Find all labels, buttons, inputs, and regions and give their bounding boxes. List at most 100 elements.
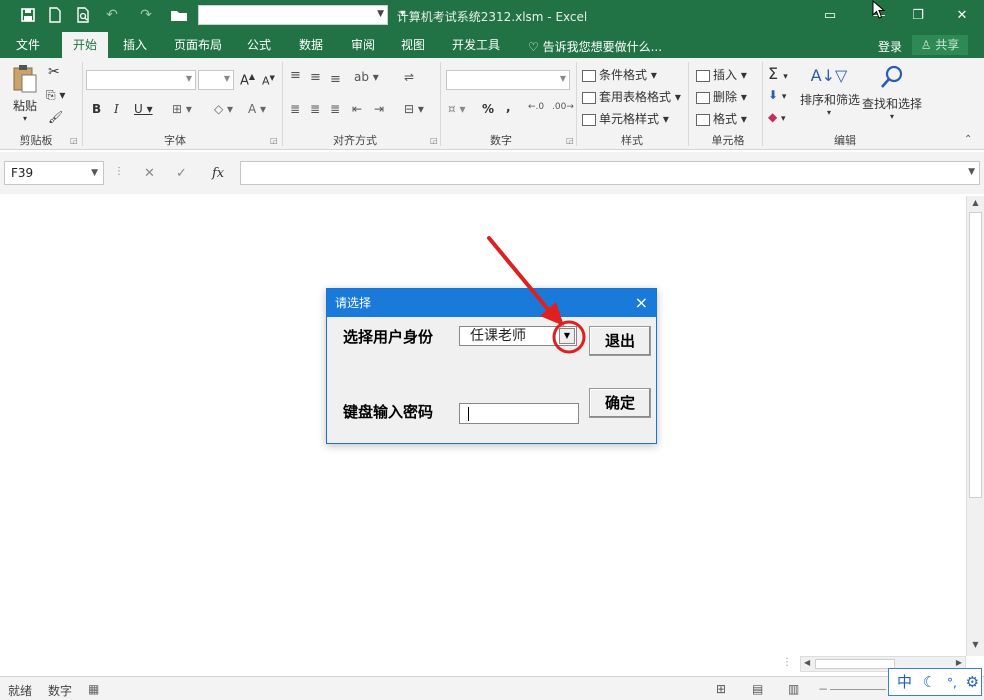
fill-icon[interactable]: ⬇ ▾ <box>768 88 786 102</box>
decrease-decimal-icon[interactable]: .00→ <box>552 102 574 112</box>
number-format-select[interactable]: ▼ <box>446 70 570 90</box>
tab-insert[interactable]: 插入 <box>114 32 156 58</box>
name-box[interactable]: F39 ▼ <box>4 161 104 185</box>
redo-icon[interactable]: ↷ <box>138 7 154 23</box>
tab-formulas[interactable]: 公式 <box>238 32 280 58</box>
merge-center-icon[interactable]: ⊟ ▾ <box>404 102 424 116</box>
bold-button[interactable]: B <box>92 102 101 116</box>
cell-style-button[interactable]: 单元格样式 ▾ <box>582 110 669 127</box>
shrink-font-button[interactable]: A▼ <box>262 74 275 88</box>
increase-indent-icon[interactable]: ⇥ <box>374 102 384 116</box>
align-right-icon[interactable]: ≣ <box>330 102 340 116</box>
copy-icon[interactable]: ⎘ ▾ <box>46 88 65 103</box>
dialog-launcher-icon[interactable]: ◲ <box>430 136 438 145</box>
scroll-left-icon[interactable]: ◀ <box>804 658 810 667</box>
format-painter-icon[interactable]: 🖌 <box>48 110 63 124</box>
orientation-icon[interactable]: ab ▾ <box>354 70 379 84</box>
align-center-icon[interactable]: ≣ <box>310 102 320 116</box>
comma-button[interactable]: , <box>506 100 511 114</box>
normal-view-icon[interactable]: ⊞ <box>716 682 726 696</box>
split-handle-icon[interactable]: ⋮ <box>782 657 792 668</box>
font-name-select[interactable]: ▼ <box>86 70 196 90</box>
conditional-format-button[interactable]: 条件格式 ▾ <box>582 66 657 83</box>
chevron-down-icon[interactable]: ▼ <box>91 162 98 184</box>
punctuation-icon[interactable]: °, <box>947 676 957 690</box>
tab-page-layout[interactable]: 页面布局 <box>166 32 230 58</box>
delete-cells-button[interactable]: 删除 ▾ <box>696 88 747 105</box>
tab-home[interactable]: 开始 <box>62 32 108 58</box>
scroll-thumb[interactable] <box>815 659 895 669</box>
settings-gear-icon[interactable]: ⚙ <box>966 673 979 691</box>
new-doc-icon[interactable] <box>47 7 63 23</box>
cut-icon[interactable]: ✂ <box>48 64 60 80</box>
zoom-out-icon[interactable]: − <box>818 682 828 696</box>
insert-function-icon[interactable]: fx <box>212 166 224 181</box>
dialog-launcher-icon[interactable]: ◲ <box>70 136 78 145</box>
underline-button[interactable]: U ▾ <box>134 102 153 116</box>
scroll-thumb[interactable] <box>969 212 982 498</box>
enter-icon[interactable]: ✓ <box>176 166 187 181</box>
align-left-icon[interactable]: ≣ <box>290 102 300 116</box>
italic-button[interactable]: I <box>114 102 119 116</box>
restore-icon[interactable]: ❐ <box>906 6 930 26</box>
format-cells-button[interactable]: 格式 ▾ <box>696 110 747 127</box>
tab-developer[interactable]: 开发工具 <box>444 32 508 58</box>
grow-font-button[interactable]: A▲ <box>240 72 255 88</box>
align-top-icon[interactable]: ≡ <box>290 68 301 83</box>
collapse-ribbon-icon[interactable]: ⌃ <box>964 134 972 145</box>
close-icon[interactable]: ✕ <box>950 6 974 26</box>
tab-data[interactable]: 数据 <box>290 32 332 58</box>
scroll-up-icon[interactable]: ▲ <box>969 198 982 210</box>
undo-icon[interactable]: ↶ <box>104 7 120 23</box>
quick-access-input[interactable]: ▼ <box>198 5 388 25</box>
find-select-button[interactable]: 查找和选择 ▾ <box>862 64 922 121</box>
ribbon-options-icon[interactable]: ▭ <box>818 6 842 26</box>
wrap-text-icon[interactable]: ⇌ <box>404 70 414 84</box>
login-link[interactable]: 登录 <box>878 38 902 55</box>
percent-button[interactable]: % <box>482 102 494 116</box>
macro-record-icon[interactable]: ▦ <box>88 682 99 696</box>
page-break-view-icon[interactable]: ▥ <box>788 682 799 696</box>
tab-review[interactable]: 审阅 <box>342 32 384 58</box>
fill-color-icon[interactable]: ◇ ▾ <box>214 102 233 116</box>
increase-decimal-icon[interactable]: ←.0 <box>528 102 544 112</box>
dialog-close-icon[interactable]: × <box>635 289 648 317</box>
ime-toolbar[interactable]: 中 ☾ °, ⚙ <box>888 668 982 696</box>
page-layout-view-icon[interactable]: ▤ <box>752 682 763 696</box>
dialog-launcher-icon[interactable]: ◲ <box>566 136 574 145</box>
cancel-icon[interactable]: ✕ <box>144 166 155 181</box>
share-button[interactable]: ♙ 共享 <box>912 35 968 55</box>
borders-icon[interactable]: ⊞ ▾ <box>172 102 192 116</box>
currency-icon[interactable]: ¤ ▾ <box>448 102 465 116</box>
chevron-down-icon[interactable]: ▼ <box>968 167 975 177</box>
ok-button[interactable]: 确定 <box>589 388 651 418</box>
zoom-slider[interactable] <box>830 689 886 690</box>
formula-input[interactable]: ▼ <box>240 161 980 185</box>
tell-me-search[interactable]: ♡ 告诉我您想要做什么... <box>528 38 662 55</box>
open-folder-icon[interactable] <box>170 7 187 23</box>
scroll-right-icon[interactable]: ▶ <box>956 658 962 667</box>
dialog-launcher-icon[interactable]: ◲ <box>270 136 278 145</box>
save-icon[interactable] <box>20 7 36 23</box>
sort-filter-button[interactable]: A↓▽ 排序和筛选 ▾ <box>800 66 860 117</box>
password-input[interactable] <box>459 403 579 424</box>
print-preview-icon[interactable] <box>75 7 91 23</box>
scroll-down-icon[interactable]: ▼ <box>969 640 982 652</box>
moon-icon[interactable]: ☾ <box>923 673 936 691</box>
vertical-scrollbar[interactable]: ▲ ▼ <box>966 196 984 656</box>
align-bottom-icon[interactable]: ≡ <box>330 72 341 87</box>
role-combobox[interactable]: 任课老师 ▼ <box>459 326 577 346</box>
align-middle-icon[interactable]: ≡ <box>310 70 321 85</box>
autosum-icon[interactable]: Σ ▾ <box>768 64 788 83</box>
decrease-indent-icon[interactable]: ⇤ <box>352 102 362 116</box>
table-format-button[interactable]: 套用表格格式 ▾ <box>582 88 681 105</box>
ime-language[interactable]: 中 <box>897 673 912 691</box>
insert-cells-button[interactable]: 插入 ▾ <box>696 66 747 83</box>
customize-qa-icon[interactable]: ▾ <box>400 8 405 19</box>
paste-button[interactable]: 粘贴 ▾ <box>10 64 40 123</box>
chevron-down-icon[interactable]: ▼ <box>377 9 384 19</box>
tab-view[interactable]: 视图 <box>392 32 434 58</box>
font-size-select[interactable]: ▼ <box>198 70 234 90</box>
clear-icon[interactable]: ◆ ▾ <box>768 110 786 124</box>
tab-file[interactable]: 文件 <box>6 32 50 58</box>
